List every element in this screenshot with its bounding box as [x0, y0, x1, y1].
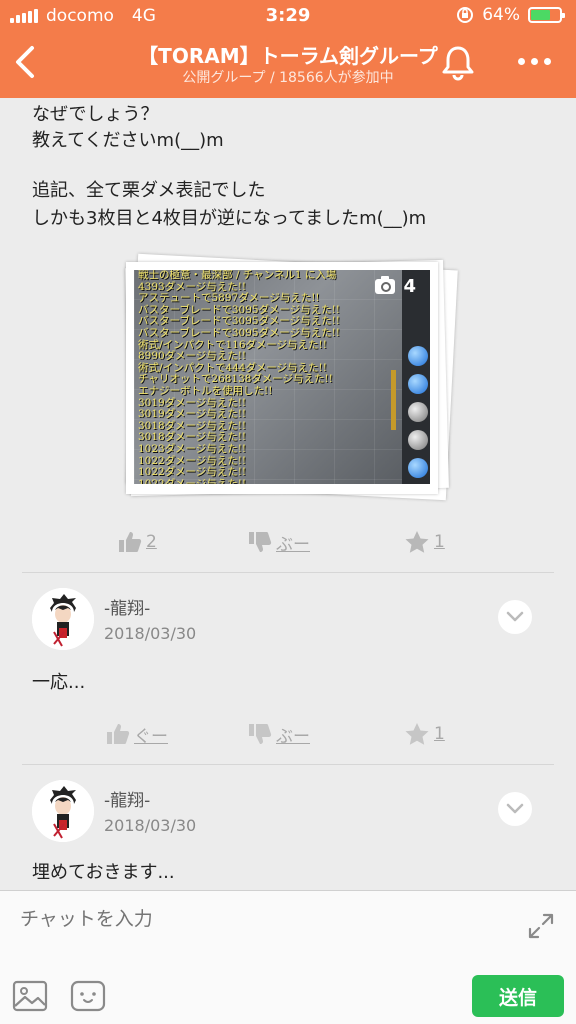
divider	[22, 764, 554, 765]
favorite-count: 1	[434, 724, 445, 744]
expand-icon[interactable]	[526, 911, 556, 941]
camera-icon	[375, 276, 396, 294]
orientation-lock-icon	[457, 7, 474, 23]
battle-log-line: エナジーボトルを使用した!!	[138, 384, 273, 397]
skill-orb-icon	[408, 374, 428, 394]
battle-log: 戦士の極意・最深部 / チャンネル1 に入場 4393ダメージ与えた!! アステュー…	[138, 270, 340, 484]
chevron-down-icon	[506, 611, 524, 622]
battle-log-line: 戦士の極意・最深部 / チャンネル1 に入場	[138, 270, 337, 281]
battle-log-line: 3019ダメージ与えた!!	[138, 408, 247, 421]
more-options-icon[interactable]	[510, 46, 558, 76]
thumbs-up-icon	[107, 724, 130, 744]
divider	[22, 572, 554, 573]
comment: -龍翔- 2018/03/30 一応...	[0, 574, 576, 724]
battle-log-line: 1023ダメージ与えた!!	[138, 442, 247, 455]
battle-log-line: 8990ダメージ与えた!!	[138, 350, 247, 363]
dislike-label: ぶー	[276, 534, 310, 555]
dislike-button[interactable]: ぶー	[248, 714, 310, 754]
dislike-button[interactable]: ぶー	[248, 522, 310, 562]
chevron-down-icon	[506, 803, 524, 814]
comment-text: 埋めておきます...	[32, 862, 175, 883]
group-title: 【TORAM】トーラム剣グループ	[138, 44, 438, 68]
group-subtitle: 公開グループ / 18566人が参加中	[182, 70, 394, 86]
comment-actions: ぐー ぶー 1	[0, 714, 576, 754]
comment-author: -龍翔-	[104, 599, 151, 619]
star-icon	[405, 723, 429, 745]
photo-card-front[interactable]: 戦士の極意・最深部 / チャンネル1 に入場 4393ダメージ与えた!! アステュー…	[126, 262, 438, 494]
favorite-button[interactable]: 1	[404, 714, 445, 754]
back-chevron-icon[interactable]	[8, 42, 44, 82]
send-button[interactable]: 送信	[472, 975, 564, 1017]
post-actions: 2 ぶー 1	[0, 522, 576, 562]
battle-log-line: 1022ダメージ与えた!!	[138, 466, 247, 479]
like-label: ぐー	[134, 726, 168, 747]
post-line: 追記、全て栗ダメ表記でした	[32, 180, 266, 201]
avatar[interactable]	[32, 588, 94, 650]
avatar[interactable]	[32, 780, 94, 842]
battery-percent: 64%	[482, 5, 520, 25]
like-button[interactable]: ぐー	[106, 714, 168, 754]
chat-input[interactable]	[20, 905, 500, 935]
avatar-image	[32, 780, 94, 842]
battle-log-line: バスターブレードで3095ダメージ与えた!!	[138, 326, 341, 339]
status-bar: docomo 4G 3:29 64%	[0, 0, 576, 32]
favorite-count: 1	[434, 532, 445, 552]
chat-composer: 送信	[0, 890, 576, 1024]
avatar-image	[32, 588, 94, 650]
thread-content: なぜでしょう？ 教えてくださいm(__)m 追記、全て栗ダメ表記でした しかも3…	[0, 98, 576, 890]
sticker-icon[interactable]	[70, 979, 106, 1013]
skill-orb-icon	[408, 430, 428, 450]
comment-menu-button[interactable]	[498, 600, 532, 634]
comment-date: 2018/03/30	[104, 816, 197, 835]
comment: -龍翔- 2018/03/30 埋めておきます...	[0, 766, 576, 890]
skill-orb-icon	[408, 346, 428, 366]
photo-album[interactable]: 戦士の極意・最深部 / チャンネル1 に入場 4393ダメージ与えた!! アステュー…	[120, 253, 458, 501]
thumbs-down-icon	[249, 724, 272, 744]
skill-orb-icon	[408, 402, 428, 422]
skill-orb-icon	[408, 458, 428, 478]
status-right: 64%	[456, 5, 565, 25]
thumbs-down-icon	[249, 532, 272, 552]
like-count: 2	[146, 532, 157, 552]
comment-author: -龍翔-	[104, 791, 151, 811]
gauge-bar	[391, 370, 396, 430]
post-line: 教えてくださいm(__)m	[32, 130, 224, 151]
thumbs-up-icon	[119, 532, 142, 552]
photo-count: 4	[375, 276, 416, 297]
battery-icon	[528, 7, 565, 23]
comment-text: 一応...	[32, 672, 86, 693]
battle-log-line: 1022ダメージ与えた!!	[138, 477, 247, 484]
game-screenshot: 戦士の極意・最深部 / チャンネル1 に入場 4393ダメージ与えた!! アステュー…	[134, 270, 430, 484]
bell-icon[interactable]	[438, 42, 478, 82]
dislike-label: ぶー	[276, 726, 310, 747]
comment-menu-button[interactable]	[498, 792, 532, 826]
like-button[interactable]: 2	[118, 522, 157, 562]
photo-count-number: 4	[403, 276, 416, 297]
post-line: しかも3枚目と4枚目が逆になってましたm(__)m	[32, 208, 427, 229]
star-icon	[405, 531, 429, 553]
image-picker-icon[interactable]	[12, 979, 48, 1013]
app-header: docomo 4G 3:29 64% 【TORAM】トーラム剣グループ 公開グル…	[0, 0, 576, 98]
favorite-button[interactable]: 1	[404, 522, 445, 562]
comment-date: 2018/03/30	[104, 624, 197, 643]
